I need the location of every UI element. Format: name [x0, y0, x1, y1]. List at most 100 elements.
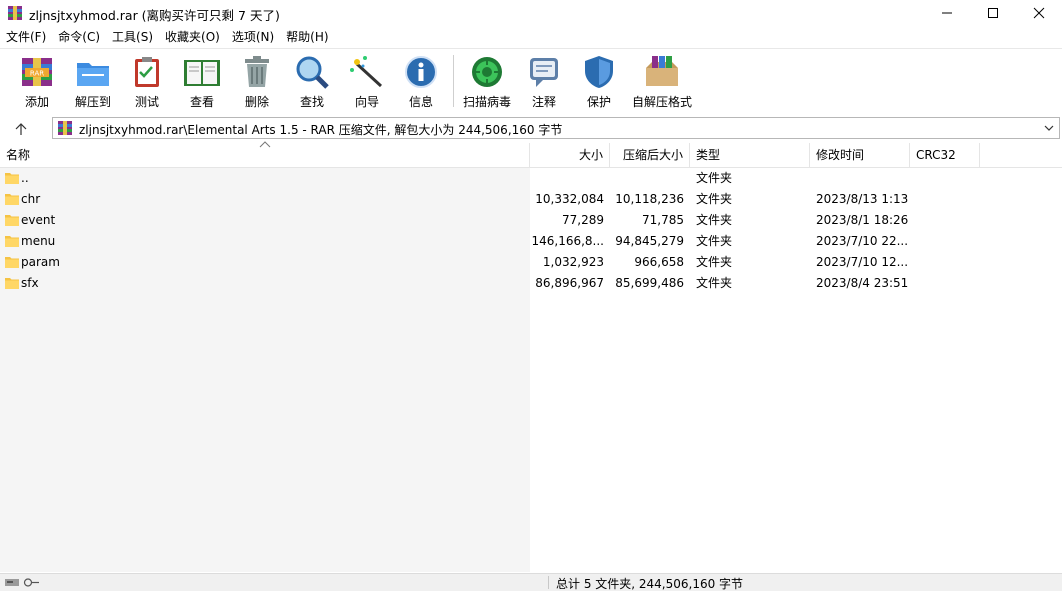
menu-tools[interactable]: 工具(S) [106, 27, 159, 47]
comment-icon [530, 58, 558, 87]
close-icon [1033, 7, 1045, 19]
toolbar-test-button[interactable]: 测试 [127, 53, 167, 113]
archive-icon [58, 121, 72, 135]
toolbar-add-button[interactable]: RAR 添加 [17, 53, 57, 113]
column-header-type[interactable]: 类型 [690, 143, 810, 167]
up-folder-button[interactable] [8, 118, 34, 140]
toolbar-test-label: 测试 [134, 95, 159, 109]
window-title: zljnsjtxyhmod.rar (离购买许可只剩 7 天了) [29, 8, 280, 23]
column-header-size[interactable]: 大小 [530, 143, 610, 167]
column-header-name[interactable]: 名称 [0, 141, 530, 167]
status-separator [548, 576, 549, 589]
file-type: 文件夹 [696, 192, 733, 206]
file-size [530, 168, 604, 189]
file-size: 146,166,8... [531, 234, 604, 248]
maximize-button[interactable] [970, 0, 1016, 26]
column-packed-label: 压缩后大小 [622, 148, 683, 162]
folder-icon [5, 215, 19, 226]
virus-scan-icon [472, 57, 502, 87]
toolbar-info-label: 信息 [408, 95, 433, 109]
file-modified: 2023/8/4 23:51 [816, 276, 909, 290]
toolbar-extract-label: 解压到 [74, 95, 111, 109]
file-type: 文件夹 [696, 276, 733, 290]
winrar-app-icon [8, 6, 22, 20]
menu-commands[interactable]: 命令(C) [52, 27, 106, 47]
file-packed-size: 85,699,486 [615, 276, 684, 290]
file-type: 文件夹 [696, 255, 733, 269]
file-name: event [21, 213, 56, 227]
folder-icon [5, 173, 19, 184]
folder-icon [5, 257, 19, 268]
add-archive-icon: RAR [22, 58, 52, 86]
file-packed-size: 966,658 [634, 255, 684, 269]
toolbar-sfx-button[interactable]: 自解压格式 [631, 53, 693, 113]
list-item-menu[interactable]: menu 146,166,8... 94,845,279 文件夹 2023/7/… [0, 231, 1062, 252]
sort-ascending-icon [259, 141, 271, 148]
toolbar-delete-button[interactable]: 删除 [237, 53, 277, 113]
column-header-packed[interactable]: 压缩后大小 [610, 143, 690, 167]
toolbar-virus-scan-button[interactable]: 扫描病毒 [460, 53, 514, 113]
file-type: 文件夹 [696, 171, 733, 185]
file-name: sfx [21, 276, 39, 290]
menu-help[interactable]: 帮助(H) [280, 27, 334, 47]
menu-file[interactable]: 文件(F) [0, 27, 52, 47]
column-header-crc[interactable]: CRC32 [910, 143, 980, 167]
column-modified-label: 修改时间 [816, 148, 865, 162]
file-list: .. 文件夹 chr 10,332,084 10,118,236 文件夹 202… [0, 168, 1062, 572]
file-size: 86,896,967 [535, 276, 604, 290]
shield-icon [585, 56, 613, 88]
list-header: 名称 大小 压缩后大小 类型 修改时间 CRC32 [0, 141, 1062, 168]
info-icon [405, 56, 437, 88]
toolbar-virus-scan-label: 扫描病毒 [462, 95, 511, 109]
menu-bar: 文件(F) 命令(C) 工具(S) 收藏夹(O) 选项(N) 帮助(H) [0, 27, 1062, 47]
sfx-box-icon [646, 56, 678, 86]
toolbar-protect-button[interactable]: 保护 [579, 53, 619, 113]
toolbar-extract-button[interactable]: 解压到 [71, 53, 115, 113]
toolbar-comment-button[interactable]: 注释 [524, 53, 564, 113]
menu-favorites[interactable]: 收藏夹(O) [159, 27, 226, 47]
status-summary: 总计 5 文件夹, 244,506,160 字节 [556, 577, 744, 591]
toolbar-protect-label: 保护 [586, 95, 611, 109]
address-row: zljnsjtxyhmod.rar\Elemental Arts 1.5 - R… [0, 116, 1062, 142]
toolbar-wizard-button[interactable]: 向导 [347, 53, 387, 113]
list-item-parent[interactable]: .. 文件夹 [0, 168, 1062, 189]
minimize-icon [942, 12, 952, 14]
list-item-sfx[interactable]: sfx 86,896,967 85,699,486 文件夹 2023/8/4 2… [0, 273, 1062, 294]
close-button[interactable] [1016, 0, 1062, 26]
file-packed-size: 94,845,279 [615, 234, 684, 248]
chevron-down-icon[interactable] [1043, 121, 1055, 135]
file-packed-size [610, 168, 684, 189]
folder-icon [5, 194, 19, 205]
list-item-chr[interactable]: chr 10,332,084 10,118,236 文件夹 2023/8/13 … [0, 189, 1062, 210]
trash-icon [245, 56, 269, 87]
list-item-event[interactable]: event 77,289 71,785 文件夹 2023/8/1 18:26 [0, 210, 1062, 231]
file-size: 10,332,084 [535, 192, 604, 206]
toolbar-find-label: 查找 [299, 95, 324, 109]
minimize-button[interactable] [924, 0, 970, 26]
toolbar-view-button[interactable]: 查看 [180, 53, 224, 113]
toolbar: RAR 添加 解压到 测试 查看 删除 查找 向导 信息 扫描病毒 注释 保护 … [0, 48, 1062, 115]
toolbar-view-label: 查看 [189, 95, 214, 109]
menu-options[interactable]: 选项(N) [226, 27, 280, 47]
toolbar-find-button[interactable]: 查找 [292, 53, 332, 113]
maximize-icon [988, 8, 998, 18]
folder-icon [5, 278, 19, 289]
column-size-label: 大小 [578, 148, 603, 162]
toolbar-delete-label: 删除 [244, 95, 269, 109]
test-icon [135, 57, 159, 87]
column-header-modified[interactable]: 修改时间 [810, 143, 910, 167]
address-bar[interactable]: zljnsjtxyhmod.rar\Elemental Arts 1.5 - R… [52, 117, 1060, 139]
list-item-param[interactable]: param 1,032,923 966,658 文件夹 2023/7/10 12… [0, 252, 1062, 273]
file-modified: 2023/8/13 1:13 [816, 192, 909, 206]
file-name: .. [21, 171, 29, 185]
file-type: 文件夹 [696, 213, 733, 227]
column-name-label: 名称 [6, 148, 31, 162]
file-packed-size: 10,118,236 [615, 192, 684, 206]
toolbar-sfx-label: 自解压格式 [631, 95, 692, 109]
file-name: menu [21, 234, 56, 248]
file-type: 文件夹 [696, 234, 733, 248]
file-size: 77,289 [562, 213, 604, 227]
magnifier-icon [296, 56, 329, 89]
toolbar-info-button[interactable]: 信息 [401, 53, 441, 113]
column-type-label: 类型 [696, 148, 721, 162]
